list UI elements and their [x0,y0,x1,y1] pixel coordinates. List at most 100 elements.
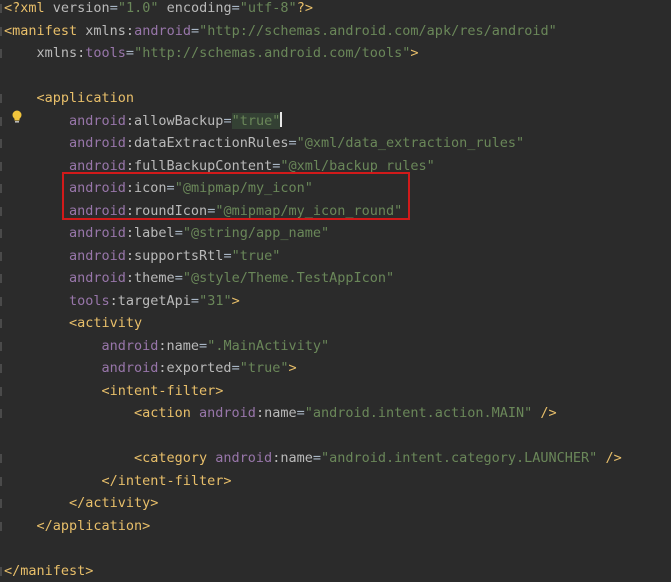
code-token: xmlns: [36,45,86,61]
code-line[interactable]: android:fullBackupContent="@xml/backup_r… [69,155,435,177]
lightbulb-icon[interactable] [11,110,23,124]
text-caret [280,111,283,127]
code-token: = [174,225,183,241]
code-token: android [69,180,126,196]
gutter-marker [0,4,2,13]
code-token: = [174,270,183,286]
code-token: "@style/Theme.TestAppIcon" [182,270,395,286]
code-token: "@xml/backup_rules" [280,157,435,174]
code-line[interactable]: android:allowBackup="true" [69,110,283,132]
code-token: = [296,405,305,421]
code-token: > [231,292,240,309]
code-token: ".MainActivity" [207,337,330,354]
gutter-marker [0,499,2,508]
code-token: :name [158,337,200,354]
code-token: android [69,247,126,264]
code-line[interactable]: </manifest> [4,560,93,582]
code-token: = [199,337,208,354]
code-token: tools [69,292,110,309]
code-token: android [69,270,126,286]
code-token: :roundIcon [125,202,208,219]
code-line[interactable]: android:name=".MainActivity" [102,335,330,357]
gutter-marker [0,319,2,328]
code-token: </intent-filter> [101,472,232,489]
code-line[interactable]: android:dataExtractionRules="@xml/data_e… [69,132,524,154]
code-token: /> [532,405,557,421]
code-token: > [288,360,297,376]
code-token: "true" [231,112,281,129]
gutter-marker [0,229,2,238]
code-token: :icon [125,180,167,196]
code-token: "1.0" [117,0,159,16]
code-token: <activity [69,315,143,331]
code-line[interactable]: xmlns:tools="http://schemas.android.com/… [37,42,419,64]
gutter-marker [0,521,2,531]
code-token: encoding [166,0,232,16]
code-token: "@mipmap/my_icon_round" [215,202,403,219]
code-line[interactable]: android:label="@string/app_name" [69,222,329,244]
code-line[interactable]: </application> [37,515,151,537]
code-token: "true" [239,360,289,376]
code-editor[interactable]: <?xml version="1.0" encoding="utf-8"?> <m… [0,0,671,582]
code-token: android [134,22,191,39]
code-token: <intent-filter> [101,382,224,399]
code-token: </application> [36,517,151,534]
code-token: android [69,112,126,129]
code-line[interactable]: android:icon="@mipmap/my_icon" [69,177,313,199]
code-token: android [199,405,256,421]
code-token: = [231,360,240,376]
code-line[interactable]: <application [37,87,135,109]
gutter-marker [0,116,2,126]
code-token: = [288,135,297,151]
gutter-marker [0,364,2,373]
code-token: <action [134,405,200,421]
code-token: :dataExtractionRules [125,135,289,151]
code-token: :fullBackupContent [125,157,273,174]
code-token: > [410,45,419,61]
code-token: "utf-8" [239,0,297,16]
code-token: <manifest [4,22,86,39]
gutter-marker [0,26,2,36]
code-token: "@xml/data_extraction_rules" [296,135,525,151]
gutter-marker [0,206,2,216]
code-token: "@mipmap/my_icon" [174,180,313,196]
code-line[interactable]: android:exported="true"> [102,357,297,379]
code-line[interactable]: <action android:name="android.intent.act… [134,402,557,424]
code-line[interactable]: android:theme="@style/Theme.TestAppIcon" [69,267,394,289]
code-token: android [101,337,159,354]
code-token: "@string/app_name" [182,225,330,241]
code-line[interactable]: android:roundIcon="@mipmap/my_icon_round… [69,200,402,222]
code-line[interactable]: <intent-filter> [102,380,224,402]
code-token: = [223,112,232,129]
code-token: = [312,450,321,466]
gutter-marker [0,296,2,306]
code-token: android [69,202,126,219]
code-line[interactable]: android:supportsRtl="true" [69,245,280,267]
code-token: <category [134,450,216,466]
code-token: = [231,0,240,16]
code-token: = [223,247,232,264]
gutter-marker [0,476,2,486]
gutter-marker [0,184,2,193]
code-token: version [52,0,110,16]
gutter-marker [0,341,2,351]
code-token: :allowBackup [125,112,224,129]
code-token: = [190,22,200,39]
code-line[interactable]: </intent-filter> [102,470,232,492]
code-line[interactable]: <?xml version="1.0" encoding="utf-8"?> [4,0,313,19]
code-token: = [109,0,118,16]
code-token: :name [272,450,313,466]
gutter-marker [0,49,2,58]
code-line[interactable]: </activity> [69,492,158,514]
code-token: android [101,360,159,376]
code-token: "http://schemas.android.com/apk/res/andr… [199,22,557,39]
code-line[interactable]: <activity [69,312,142,334]
code-line[interactable]: <category android:name="android.intent.c… [134,447,622,469]
code-line[interactable]: <manifest xmlns:android="http://schemas.… [4,20,557,42]
code-token: :supportsRtl [125,247,224,264]
code-line[interactable]: tools:targetApi="31"> [69,290,240,312]
gutter-marker [0,139,2,148]
code-token: "android.intent.action.MAIN" [304,405,533,421]
code-token: :exported [158,360,232,376]
